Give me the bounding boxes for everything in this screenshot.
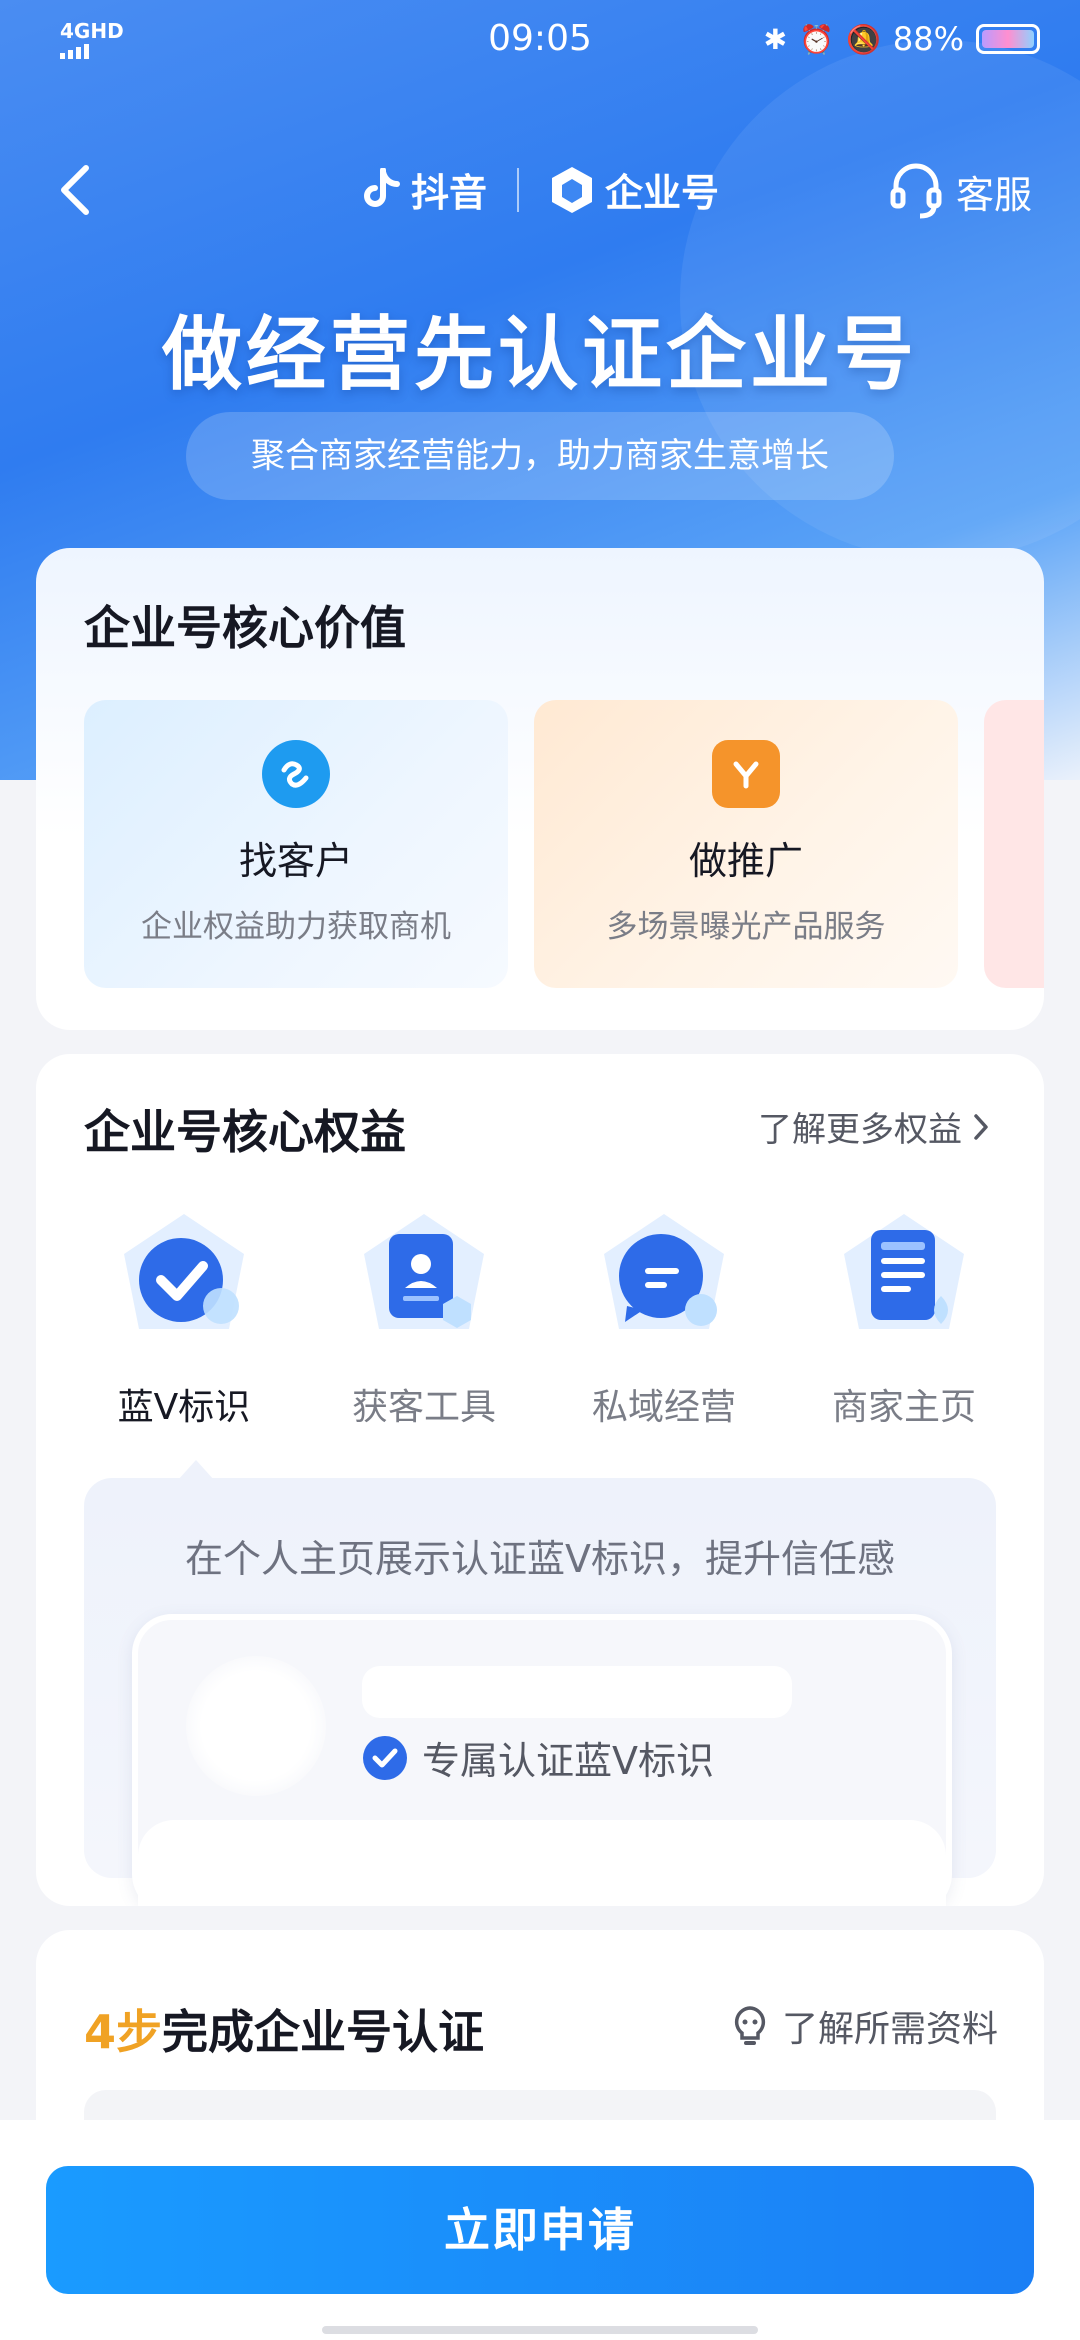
core-value-title: 企业号核心价值 — [84, 601, 406, 655]
brand-divider — [517, 167, 519, 212]
benefit-tab-private-domain[interactable]: 私域经营 — [564, 1204, 764, 1430]
value-item-partial[interactable] — [984, 700, 1044, 988]
verified-badge-row: 专属认证蓝V标识 — [362, 1730, 714, 1785]
find-customer-icon — [262, 740, 330, 808]
enterprise-label: 企业号 — [605, 171, 720, 215]
selected-tab-pointer — [178, 1460, 214, 1480]
core-benefits-title: 企业号核心权益 — [84, 1105, 406, 1159]
name-placeholder — [362, 1666, 792, 1718]
core-value-card: 企业号核心价值 找客户 企业权益助力获取商机 做推广 多场景曝光产品服务 — [36, 548, 1044, 1030]
demo-caption: 在个人主页展示认证蓝V标识，提升信任感 — [185, 1537, 895, 1581]
status-bar: 4GHD 09:05 ✱ ⏰ 🔕 88% — [0, 0, 1080, 90]
system-icons: ✱ ⏰ 🔕 88% — [764, 20, 1040, 58]
benefit-label: 私域经营 — [591, 1387, 736, 1428]
chevron-right-icon — [974, 1113, 988, 1140]
core-benefits-card: 企业号核心权益 了解更多权益 蓝V标识 获客工具 私域经营 商家主页 在个人主页… — [36, 1054, 1044, 1906]
value-item-find-customer[interactable]: 找客户 企业权益助力获取商机 — [84, 700, 508, 988]
douyin-logo: 抖音 — [361, 162, 487, 217]
benefit-tab-blue-v[interactable]: 蓝V标识 — [84, 1204, 284, 1430]
steps-title: 4步完成企业号认证 — [84, 1996, 484, 2062]
headset-icon — [890, 163, 942, 219]
home-indicator[interactable] — [322, 2326, 758, 2334]
required-materials-link[interactable]: 了解所需资料 — [732, 2000, 998, 2052]
benefit-tab-store-page[interactable]: 商家主页 — [804, 1204, 1004, 1430]
bluetooth-icon: ✱ — [763, 22, 788, 56]
alarm-icon: ⏰ — [799, 22, 834, 56]
benefit-tab-acquisition-tools[interactable]: 获客工具 — [324, 1204, 524, 1430]
profile-preview: 专属认证蓝V标识 — [132, 1614, 952, 1906]
promote-icon — [712, 740, 780, 808]
page-title: 做经营先认证企业号 — [162, 308, 918, 401]
more-benefits-link[interactable]: 了解更多权益 — [758, 1102, 992, 1151]
benefit-demo-panel: 在个人主页展示认证蓝V标识，提升信任感 专属认证蓝V标识 — [84, 1460, 996, 1906]
value-item-title: 做推广 — [688, 839, 803, 883]
value-item-promote[interactable]: 做推广 多场景曝光产品服务 — [534, 700, 958, 988]
steps-title-text: 完成企业号认证 — [162, 2005, 485, 2059]
blue-v-check-icon — [124, 1214, 244, 1329]
profile-preview-bottom — [138, 1820, 946, 1906]
douyin-icon — [364, 167, 400, 207]
verified-badge-label: 专属认证蓝V标识 — [422, 1739, 714, 1783]
benefit-label: 商家主页 — [831, 1387, 976, 1428]
benefit-label: 获客工具 — [351, 1387, 496, 1428]
lightbulb-icon — [734, 2006, 766, 2045]
store-page-icon — [844, 1214, 964, 1329]
enterprise-logo: 企业号 — [549, 162, 719, 217]
required-materials-label: 了解所需资料 — [781, 2009, 998, 2050]
enterprise-hexagon-icon — [552, 166, 592, 213]
benefit-tabs: 蓝V标识 获客工具 私域经营 商家主页 — [84, 1204, 1004, 1430]
contact-card-icon — [364, 1214, 484, 1329]
customer-service-button[interactable]: 客服 — [890, 162, 1032, 220]
value-item-title: 找客户 — [238, 839, 353, 883]
bottom-action-bar: 立即申请 — [0, 2120, 1080, 2340]
more-benefits-label: 了解更多权益 — [758, 1110, 962, 1150]
apply-now-button[interactable]: 立即申请 — [46, 2166, 1034, 2294]
core-value-carousel[interactable]: 找客户 企业权益助力获取商机 做推广 多场景曝光产品服务 — [84, 700, 1044, 990]
service-label: 客服 — [955, 172, 1032, 217]
steps-count: 4步 — [84, 2005, 163, 2059]
benefit-label: 蓝V标识 — [117, 1387, 251, 1428]
avatar-placeholder — [186, 1656, 326, 1796]
page-subtitle: 聚合商家经营能力，助力商家生意增长 — [186, 412, 894, 500]
verified-check-icon — [363, 1735, 407, 1780]
battery-icon — [976, 24, 1040, 54]
chat-bubble-icon — [604, 1214, 724, 1329]
douyin-label: 抖音 — [410, 171, 487, 215]
battery-percent: 88% — [892, 20, 964, 58]
top-nav: 抖音 企业号 客服 — [0, 140, 1080, 240]
value-item-subtitle: 多场景曝光产品服务 — [606, 909, 886, 945]
value-item-subtitle: 企业权益助力获取商机 — [141, 909, 451, 945]
mute-icon: 🔕 — [846, 22, 881, 56]
